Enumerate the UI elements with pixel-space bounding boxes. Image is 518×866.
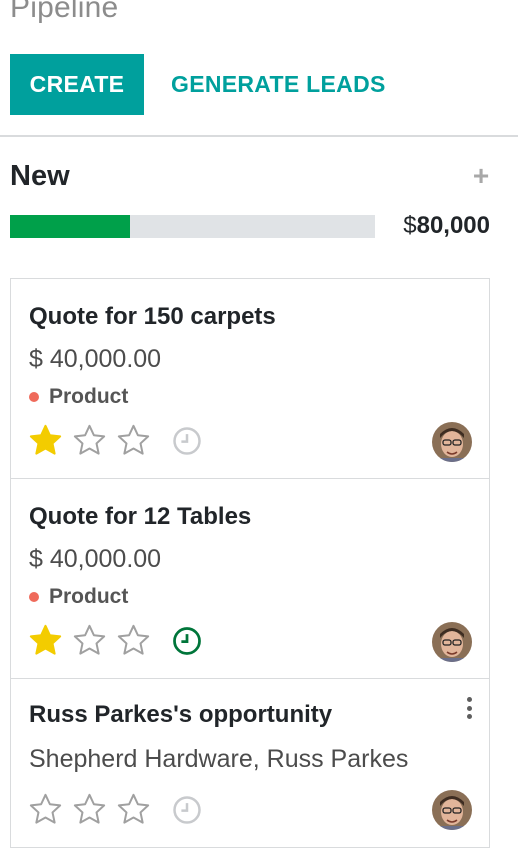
- card-tag-label: Product: [49, 385, 129, 408]
- tag-color-dot: [29, 392, 39, 402]
- generate-leads-button[interactable]: GENERATE LEADS: [171, 54, 386, 115]
- kanban-card[interactable]: Quote for 12 Tables $ 40,000.00 Product: [10, 479, 490, 679]
- star-icon[interactable]: [71, 622, 108, 659]
- toolbar-divider: [0, 135, 518, 137]
- page-title: Pipeline: [10, 0, 119, 24]
- card-tag-label: Product: [49, 585, 129, 608]
- plus-icon[interactable]: +: [470, 162, 492, 190]
- card-priority: [27, 622, 202, 659]
- create-button[interactable]: CREATE: [10, 54, 144, 115]
- clock-icon[interactable]: [172, 626, 202, 656]
- avatar[interactable]: [432, 790, 472, 830]
- card-title: Russ Parkes's opportunity: [29, 701, 333, 728]
- kanban-card[interactable]: Russ Parkes's opportunity Shepherd Hardw…: [10, 679, 490, 848]
- card-partner: Shepherd Hardware, Russ Parkes: [29, 745, 409, 773]
- card-tag: Product: [29, 385, 128, 409]
- card-tag: Product: [29, 585, 128, 609]
- avatar[interactable]: [432, 422, 472, 462]
- kanban-cards: Quote for 150 carpets $ 40,000.00 Produc…: [10, 278, 490, 848]
- star-icon[interactable]: [71, 791, 108, 828]
- column-total-currency: $: [403, 212, 417, 239]
- card-title: Quote for 12 Tables: [29, 503, 252, 530]
- star-icon[interactable]: [115, 422, 152, 459]
- tag-color-dot: [29, 592, 39, 602]
- card-priority: [27, 422, 202, 459]
- card-amount: $ 40,000.00: [29, 345, 162, 373]
- kanban-card[interactable]: Quote for 150 carpets $ 40,000.00 Produc…: [10, 278, 490, 479]
- star-icon[interactable]: [71, 422, 108, 459]
- star-icon[interactable]: [27, 622, 64, 659]
- star-icon[interactable]: [27, 422, 64, 459]
- column-progress-bar[interactable]: [10, 215, 375, 238]
- more-options-icon[interactable]: [464, 695, 474, 721]
- column-title: New: [10, 160, 70, 192]
- column-total: $80,000: [403, 212, 490, 240]
- card-priority: [27, 791, 202, 828]
- star-icon[interactable]: [115, 622, 152, 659]
- column-progress-fill: [10, 215, 131, 238]
- card-title: Quote for 150 carpets: [29, 303, 276, 330]
- column-total-amount: 80,000: [416, 212, 490, 239]
- star-icon[interactable]: [27, 791, 64, 828]
- clock-icon[interactable]: [172, 426, 202, 456]
- clock-icon[interactable]: [172, 795, 202, 825]
- star-icon[interactable]: [115, 791, 152, 828]
- card-amount: $ 40,000.00: [29, 545, 162, 573]
- avatar[interactable]: [432, 622, 472, 662]
